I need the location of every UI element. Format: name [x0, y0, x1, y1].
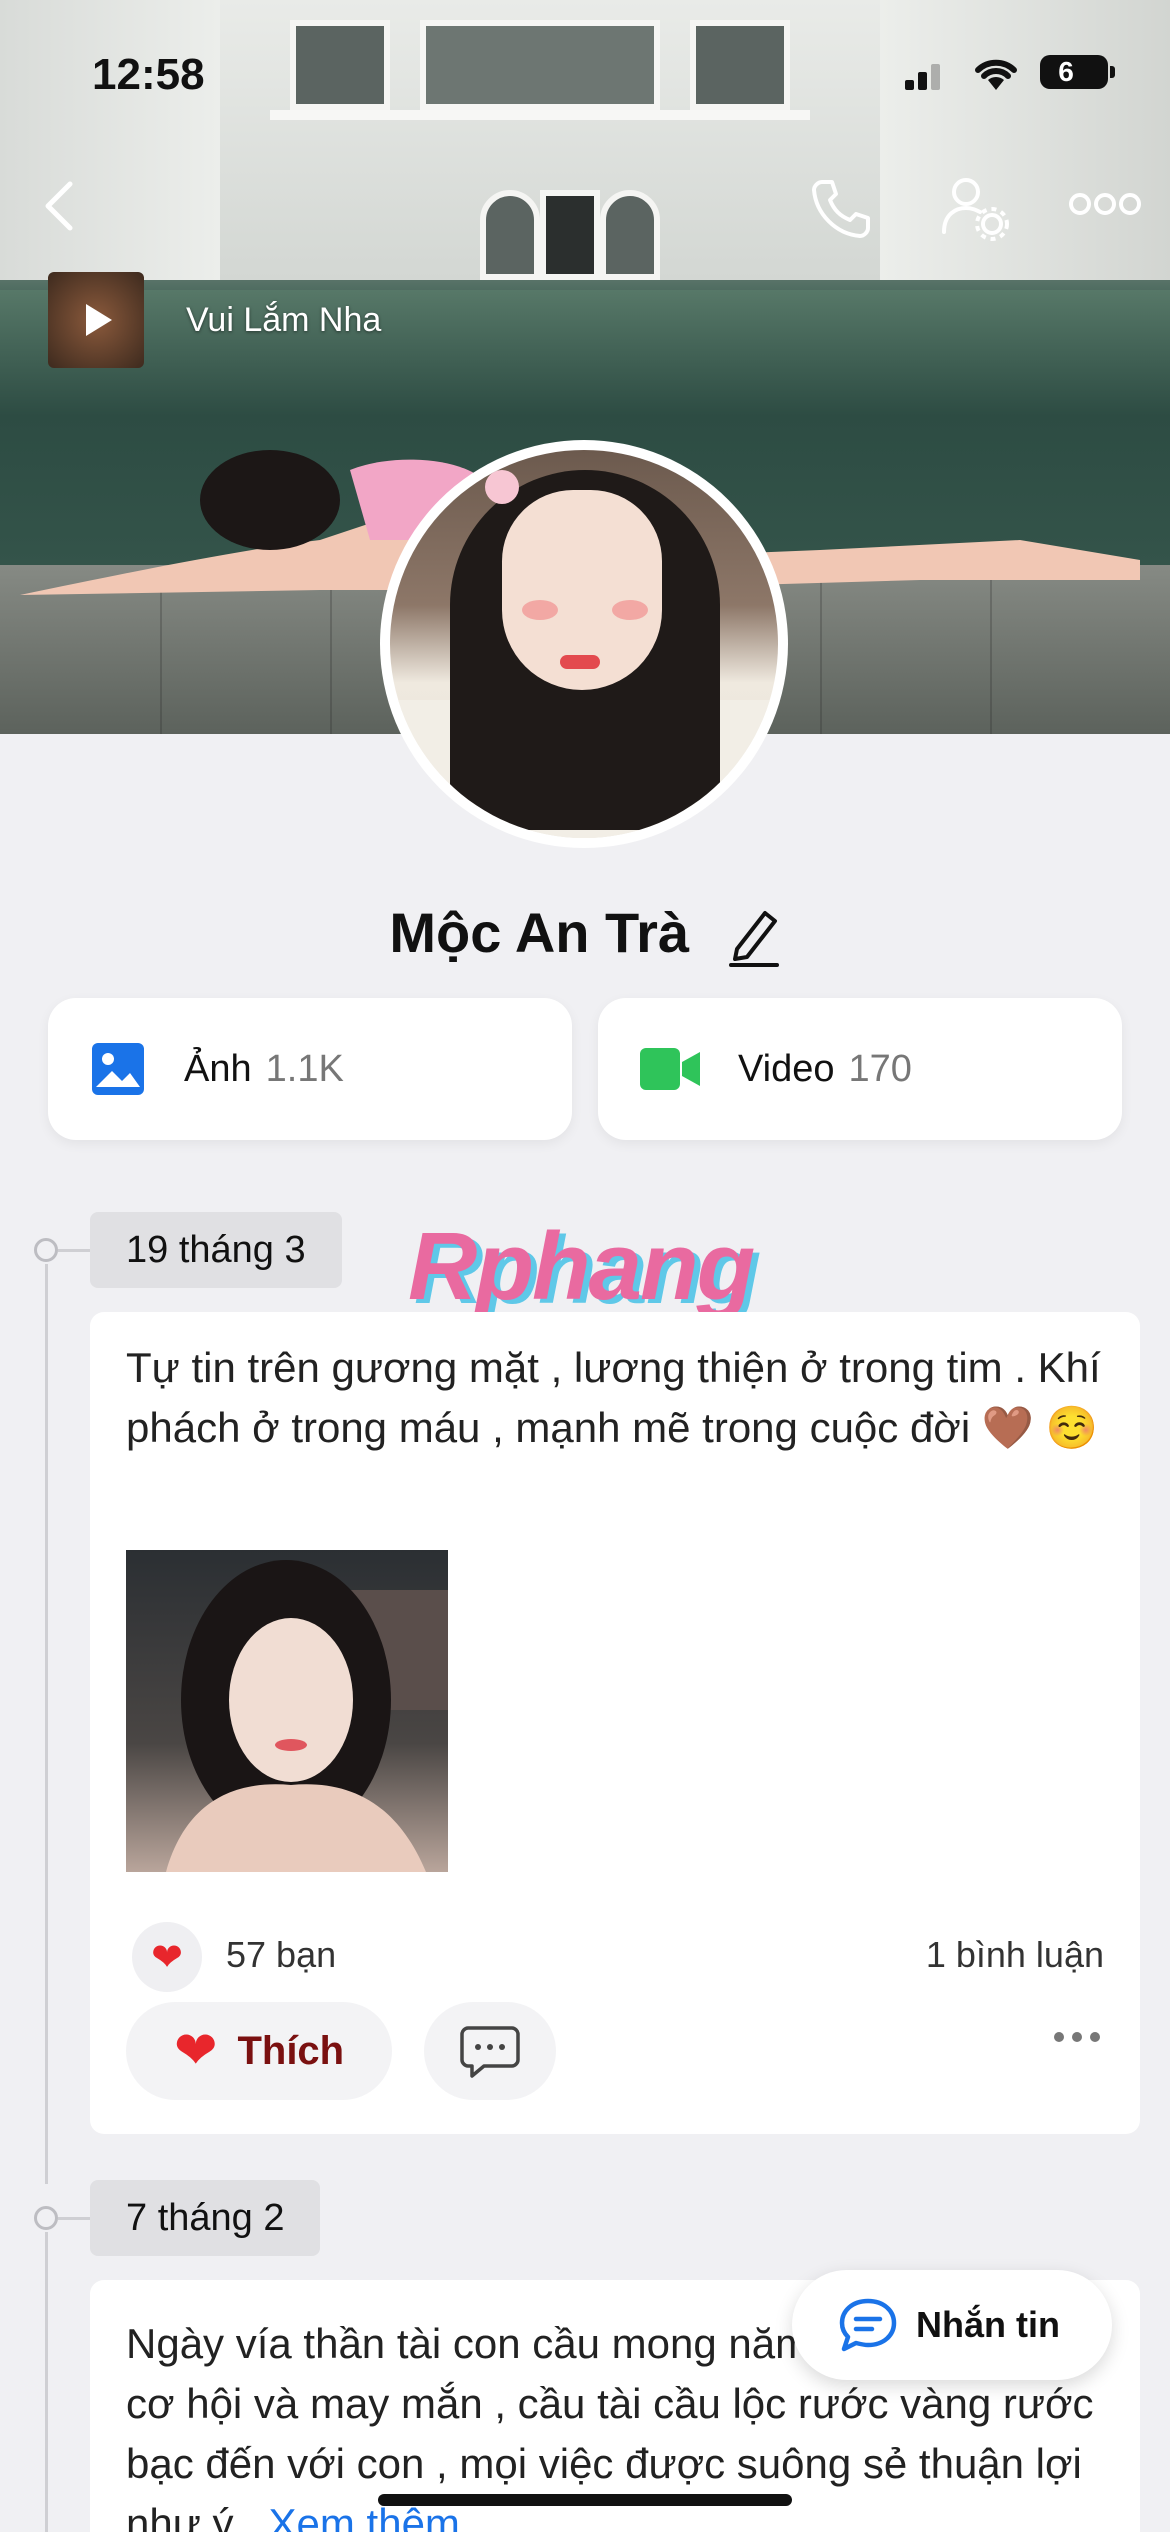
photos-label: Ảnh [184, 1047, 252, 1090]
message-button[interactable]: Nhắn tin [792, 2270, 1112, 2380]
timeline-dot [34, 2206, 58, 2230]
profile-name: Mộc An Trà [389, 901, 690, 964]
back-icon[interactable] [40, 178, 80, 234]
timeline-line [45, 1264, 48, 2184]
profile-music[interactable]: Vui Lắm Nha [48, 272, 381, 368]
photos-card[interactable]: Ảnh 1.1K [48, 998, 572, 1140]
like-button[interactable]: ❤ Thích [126, 2002, 392, 2100]
music-title: Vui Lắm Nha [186, 300, 382, 339]
comment-icon [460, 2026, 520, 2078]
videos-label: Video [738, 1047, 835, 1090]
comments-count[interactable]: 1 bình luận [926, 1934, 1104, 1976]
avatar[interactable] [380, 440, 788, 848]
profile-name-row: Mộc An Trà [0, 900, 1170, 968]
comment-button[interactable] [424, 2002, 556, 2100]
more-options-icon[interactable] [1068, 192, 1142, 216]
timeline-connector [58, 1249, 90, 1252]
image-icon [92, 1043, 144, 1095]
timeline-connector [58, 2217, 90, 2220]
call-icon[interactable] [808, 176, 872, 240]
post-date: 7 tháng 2 [90, 2180, 321, 2256]
post-text: Tự tin trên gương mặt , lương thiện ở tr… [126, 1344, 1101, 1451]
profile-page: 12:58 6 Vui Lắm Nha Mộc An Trà Ảnh 1.1K … [0, 0, 1170, 2532]
timeline-line [45, 2232, 48, 2532]
photos-count: 1.1K [265, 1047, 344, 1090]
home-indicator[interactable] [378, 2494, 792, 2506]
video-icon [640, 1048, 700, 1090]
videos-count: 170 [848, 1047, 912, 1090]
message-label: Nhắn tin [916, 2304, 1060, 2345]
chat-icon [839, 2298, 897, 2352]
post-date: 19 tháng 3 [90, 1212, 342, 1288]
watermark: Rphang [408, 1213, 755, 1320]
videos-card[interactable]: Video 170 [598, 998, 1122, 1140]
battery-icon: 6 [1040, 55, 1115, 89]
status-time: 12:58 [92, 50, 205, 99]
post-more-icon[interactable] [1054, 2032, 1100, 2042]
timeline-dot [34, 1238, 58, 1262]
profile-settings-icon[interactable] [940, 176, 1010, 242]
wifi-icon [975, 59, 1017, 90]
heart-icon: ❤ [173, 2022, 218, 2080]
reaction-heart-icon: ❤ [132, 1922, 202, 1992]
post-card: Tự tin trên gương mặt , lương thiện ở tr… [90, 1312, 1140, 2134]
edit-name-icon[interactable] [727, 907, 781, 968]
music-play-icon[interactable] [48, 272, 144, 368]
likes-count[interactable]: 57 bạn [226, 1934, 336, 1976]
post-photo[interactable] [126, 1550, 448, 1872]
like-label: Thích [237, 2028, 345, 2073]
cellular-signal-icon [905, 60, 941, 90]
